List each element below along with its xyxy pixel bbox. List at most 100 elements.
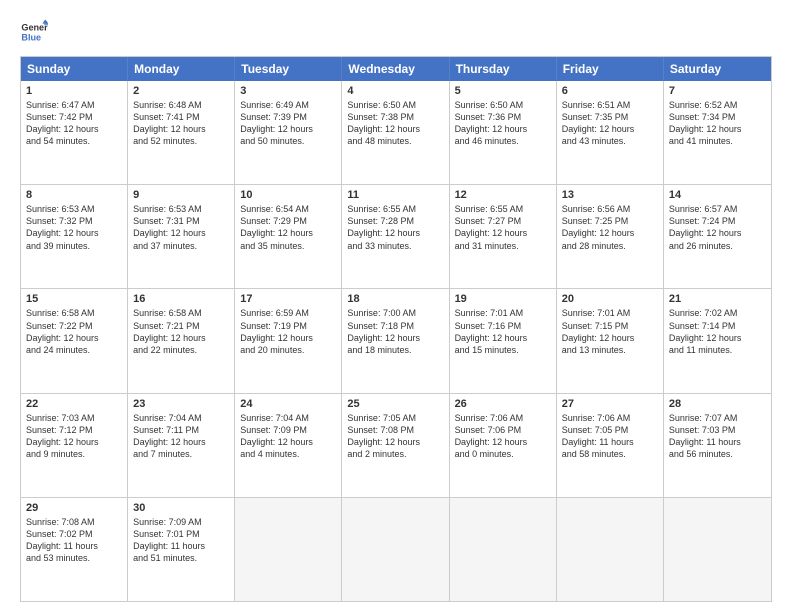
calendar-cell: 18 Sunrise: 7:00 AMSunset: 7:18 PMDayligh… (342, 289, 449, 392)
day-number: 3 (240, 85, 336, 97)
calendar-cell: 17Sunrise: 6:59 AMSunset: 7:19 PMDayligh… (235, 289, 342, 392)
cell-details: Sunrise: 6:50 AMSunset: 7:36 PMDaylight:… (455, 99, 551, 148)
day-number: 24 (240, 398, 336, 410)
weekday-header-friday: Friday (557, 57, 664, 81)
day-number: 18 (347, 293, 443, 305)
weekday-header-monday: Monday (128, 57, 235, 81)
cell-details: Sunrise: 6:49 AMSunset: 7:39 PMDaylight:… (240, 99, 336, 148)
calendar-cell: 22 Sunrise: 7:03 AMSunset: 7:12 PMDayligh… (21, 394, 128, 497)
day-number: 19 (455, 293, 551, 305)
calendar-cell (342, 498, 449, 601)
cell-details: Sunrise: 6:58 AMSunset: 7:22 PMDaylight:… (26, 307, 122, 356)
day-number: 4 (347, 85, 443, 97)
weekday-header-thursday: Thursday (450, 57, 557, 81)
calendar-cell: 19 Sunrise: 7:01 AMSunset: 7:16 PMDayligh… (450, 289, 557, 392)
logo-icon: General Blue (20, 18, 48, 46)
calendar-cell: 7 Sunrise: 6:52 AMSunset: 7:34 PMDaylight… (664, 81, 771, 184)
calendar-cell: 6Sunrise: 6:51 AMSunset: 7:35 PMDaylight… (557, 81, 664, 184)
cell-details: Sunrise: 6:59 AMSunset: 7:19 PMDaylight:… (240, 307, 336, 356)
calendar-cell: 1Sunrise: 6:47 AMSunset: 7:42 PMDaylight… (21, 81, 128, 184)
calendar-cell: 10 Sunrise: 6:54 AMSunset: 7:29 PMDayligh… (235, 185, 342, 288)
calendar-row-4: 22 Sunrise: 7:03 AMSunset: 7:12 PMDayligh… (21, 393, 771, 497)
day-number: 9 (133, 189, 229, 201)
cell-details: Sunrise: 6:53 AMSunset: 7:31 PMDaylight:… (133, 203, 229, 252)
calendar-cell: 23 Sunrise: 7:04 AMSunset: 7:11 PMDayligh… (128, 394, 235, 497)
calendar-cell: 13 Sunrise: 6:56 AMSunset: 7:25 PMDayligh… (557, 185, 664, 288)
cell-details: Sunrise: 6:58 AMSunset: 7:21 PMDaylight:… (133, 307, 229, 356)
calendar: SundayMondayTuesdayWednesdayThursdayFrid… (20, 56, 772, 602)
calendar-cell: 5Sunrise: 6:50 AMSunset: 7:36 PMDaylight… (450, 81, 557, 184)
cell-details: Sunrise: 7:06 AMSunset: 7:06 PMDaylight:… (455, 412, 551, 461)
calendar-cell (664, 498, 771, 601)
day-number: 15 (26, 293, 122, 305)
day-number: 2 (133, 85, 229, 97)
calendar-cell: 15 Sunrise: 6:58 AMSunset: 7:22 PMDayligh… (21, 289, 128, 392)
calendar-cell: 11 Sunrise: 6:55 AMSunset: 7:28 PMDayligh… (342, 185, 449, 288)
day-number: 20 (562, 293, 658, 305)
calendar-cell: 29 Sunrise: 7:08 AMSunset: 7:02 PMDayligh… (21, 498, 128, 601)
calendar-body: 1Sunrise: 6:47 AMSunset: 7:42 PMDaylight… (21, 81, 771, 601)
calendar-cell (557, 498, 664, 601)
calendar-cell: 20 Sunrise: 7:01 AMSunset: 7:15 PMDayligh… (557, 289, 664, 392)
cell-details: Sunrise: 7:01 AMSunset: 7:16 PMDaylight:… (455, 307, 551, 356)
cell-details: Sunrise: 6:52 AMSunset: 7:34 PMDaylight:… (669, 99, 766, 148)
cell-details: Sunrise: 6:57 AMSunset: 7:24 PMDaylight:… (669, 203, 766, 252)
calendar-cell (235, 498, 342, 601)
svg-text:General: General (21, 23, 48, 33)
calendar-cell: 28Sunrise: 7:07 AMSunset: 7:03 PMDayligh… (664, 394, 771, 497)
day-number: 16 (133, 293, 229, 305)
day-number: 23 (133, 398, 229, 410)
calendar-row-5: 29 Sunrise: 7:08 AMSunset: 7:02 PMDayligh… (21, 497, 771, 601)
cell-details: Sunrise: 7:07 AMSunset: 7:03 PMDaylight:… (669, 412, 766, 461)
cell-details: Sunrise: 6:48 AMSunset: 7:41 PMDaylight:… (133, 99, 229, 148)
cell-details: Sunrise: 7:04 AMSunset: 7:09 PMDaylight:… (240, 412, 336, 461)
calendar-cell: 3 Sunrise: 6:49 AMSunset: 7:39 PMDaylight… (235, 81, 342, 184)
weekday-header-saturday: Saturday (664, 57, 771, 81)
header: General Blue (20, 18, 772, 46)
cell-details: Sunrise: 7:02 AMSunset: 7:14 PMDaylight:… (669, 307, 766, 356)
day-number: 7 (669, 85, 766, 97)
calendar-row-3: 15 Sunrise: 6:58 AMSunset: 7:22 PMDayligh… (21, 288, 771, 392)
calendar-cell: 26Sunrise: 7:06 AMSunset: 7:06 PMDayligh… (450, 394, 557, 497)
day-number: 22 (26, 398, 122, 410)
day-number: 27 (562, 398, 658, 410)
calendar-cell: 2 Sunrise: 6:48 AMSunset: 7:41 PMDaylight… (128, 81, 235, 184)
day-number: 29 (26, 502, 122, 514)
cell-details: Sunrise: 7:01 AMSunset: 7:15 PMDaylight:… (562, 307, 658, 356)
calendar-cell: 24 Sunrise: 7:04 AMSunset: 7:09 PMDayligh… (235, 394, 342, 497)
day-number: 25 (347, 398, 443, 410)
cell-details: Sunrise: 6:55 AMSunset: 7:27 PMDaylight:… (455, 203, 551, 252)
cell-details: Sunrise: 7:08 AMSunset: 7:02 PMDaylight:… (26, 516, 122, 565)
day-number: 8 (26, 189, 122, 201)
calendar-row-1: 1Sunrise: 6:47 AMSunset: 7:42 PMDaylight… (21, 81, 771, 184)
cell-details: Sunrise: 6:55 AMSunset: 7:28 PMDaylight:… (347, 203, 443, 252)
day-number: 11 (347, 189, 443, 201)
calendar-cell (450, 498, 557, 601)
day-number: 14 (669, 189, 766, 201)
cell-details: Sunrise: 7:03 AMSunset: 7:12 PMDaylight:… (26, 412, 122, 461)
page: General Blue SundayMondayTuesdayWednesda… (0, 0, 792, 612)
cell-details: Sunrise: 6:54 AMSunset: 7:29 PMDaylight:… (240, 203, 336, 252)
weekday-header-wednesday: Wednesday (342, 57, 449, 81)
weekday-header-tuesday: Tuesday (235, 57, 342, 81)
cell-details: Sunrise: 6:53 AMSunset: 7:32 PMDaylight:… (26, 203, 122, 252)
day-number: 13 (562, 189, 658, 201)
calendar-row-2: 8 Sunrise: 6:53 AMSunset: 7:32 PMDaylight… (21, 184, 771, 288)
svg-text:Blue: Blue (21, 32, 41, 42)
cell-details: Sunrise: 7:00 AMSunset: 7:18 PMDaylight:… (347, 307, 443, 356)
cell-details: Sunrise: 6:47 AMSunset: 7:42 PMDaylight:… (26, 99, 122, 148)
day-number: 10 (240, 189, 336, 201)
calendar-cell: 4Sunrise: 6:50 AMSunset: 7:38 PMDaylight… (342, 81, 449, 184)
calendar-cell: 27Sunrise: 7:06 AMSunset: 7:05 PMDayligh… (557, 394, 664, 497)
cell-details: Sunrise: 6:51 AMSunset: 7:35 PMDaylight:… (562, 99, 658, 148)
calendar-cell: 12 Sunrise: 6:55 AMSunset: 7:27 PMDayligh… (450, 185, 557, 288)
logo: General Blue (20, 18, 48, 46)
cell-details: Sunrise: 6:56 AMSunset: 7:25 PMDaylight:… (562, 203, 658, 252)
calendar-cell: 30Sunrise: 7:09 AMSunset: 7:01 PMDayligh… (128, 498, 235, 601)
cell-details: Sunrise: 7:04 AMSunset: 7:11 PMDaylight:… (133, 412, 229, 461)
calendar-cell: 16 Sunrise: 6:58 AMSunset: 7:21 PMDayligh… (128, 289, 235, 392)
day-number: 21 (669, 293, 766, 305)
day-number: 12 (455, 189, 551, 201)
calendar-cell: 21 Sunrise: 7:02 AMSunset: 7:14 PMDayligh… (664, 289, 771, 392)
cell-details: Sunrise: 7:09 AMSunset: 7:01 PMDaylight:… (133, 516, 229, 565)
